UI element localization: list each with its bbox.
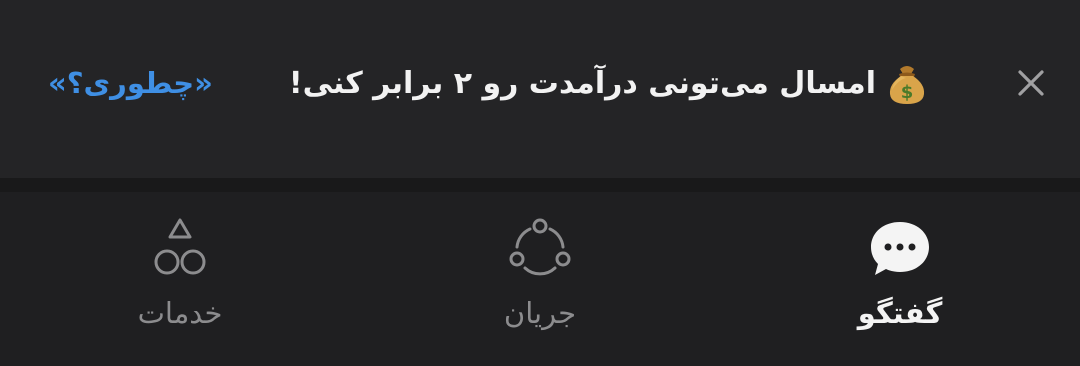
tab-chat[interactable]: گفتگو (800, 192, 1000, 366)
banner-message: $ امسال می‌تونی درآمدت رو ۲ برابر کنی! (289, 58, 930, 108)
tab-services-label: خدمات (137, 296, 223, 330)
chat-bubble-icon (871, 222, 929, 275)
shapes-icon (154, 218, 206, 275)
promo-banner: $ امسال می‌تونی درآمدت رو ۲ برابر کنی! «… (0, 0, 1080, 178)
tab-stream[interactable]: جریان (440, 192, 640, 366)
app-root: $ امسال می‌تونی درآمدت رو ۲ برابر کنی! «… (0, 0, 1080, 366)
how-link[interactable]: «چطوری؟» (48, 58, 213, 108)
tab-chat-label: گفتگو (857, 296, 943, 330)
bottom-tab-bar: خدمات جریان گفتگو (0, 192, 1080, 366)
money-bag-icon: $ (889, 66, 925, 104)
divider (0, 178, 1080, 192)
stream-circle-icon (509, 218, 571, 276)
tab-stream-label: جریان (503, 296, 577, 330)
banner-text: امسال می‌تونی درآمدت رو ۲ برابر کنی! (288, 65, 876, 101)
svg-text:$: $ (901, 82, 914, 103)
close-icon[interactable] (1016, 68, 1046, 98)
close-banner-button[interactable] (1004, 56, 1058, 110)
tab-services[interactable]: خدمات (80, 192, 280, 366)
